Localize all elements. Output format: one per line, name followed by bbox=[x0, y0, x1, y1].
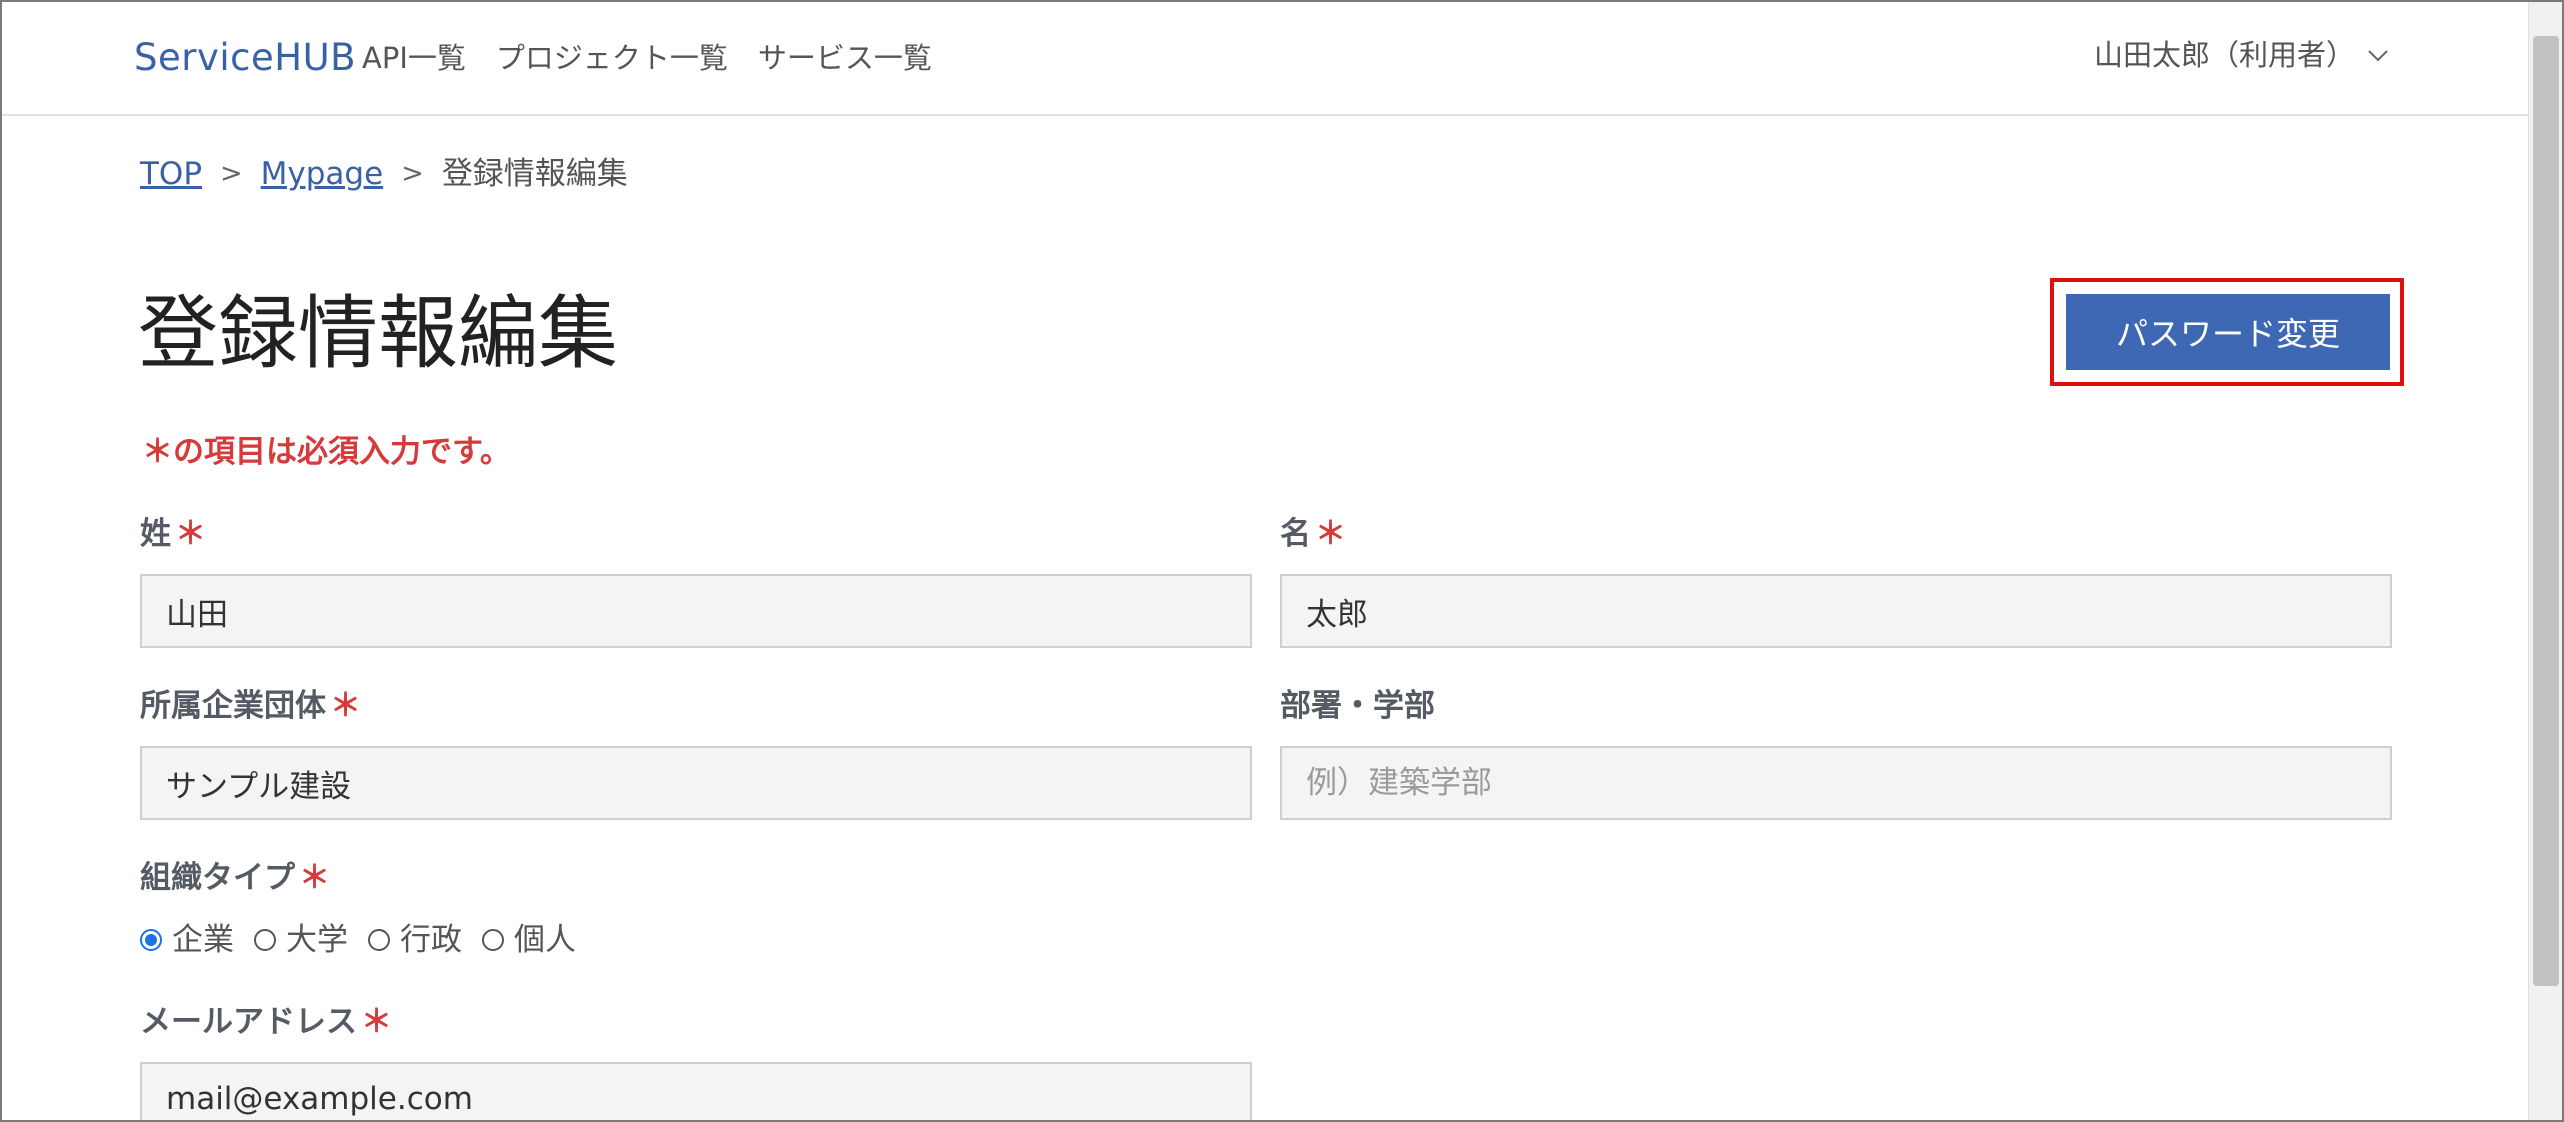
radio-button[interactable] bbox=[254, 929, 276, 951]
first-name-label-text: 名 bbox=[1280, 516, 1311, 552]
first-name-label: 名＊ bbox=[1280, 514, 1346, 554]
required-star: ＊ bbox=[1315, 516, 1346, 552]
nav-item-project-list[interactable]: プロジェクト一覧 bbox=[496, 40, 728, 76]
nav-item-api-list[interactable]: API一覧 bbox=[362, 40, 466, 76]
user-menu[interactable]: 山田太郎（利用者） bbox=[2094, 37, 2391, 73]
breadcrumb-top-link[interactable]: TOP bbox=[140, 154, 202, 194]
breadcrumb-current: 登録情報編集 bbox=[441, 156, 628, 192]
org-type-option-company[interactable]: 企業 bbox=[140, 920, 234, 960]
scrollbar[interactable] bbox=[2528, 2, 2562, 1120]
password-change-button[interactable]: パスワード変更 bbox=[2066, 294, 2390, 370]
org-type-label-text: 組織タイプ bbox=[140, 860, 295, 896]
department-label: 部署・学部 bbox=[1280, 686, 1435, 726]
radio-button-checked[interactable] bbox=[140, 929, 162, 951]
page-title: 登録情報編集 bbox=[138, 287, 618, 380]
company-label-text: 所属企業団体 bbox=[140, 688, 326, 724]
main-nav: API一覧 プロジェクト一覧 サービス一覧 bbox=[362, 40, 932, 76]
radio-label: 個人 bbox=[514, 922, 576, 958]
breadcrumb-separator: > bbox=[220, 158, 243, 189]
org-type-radio-group: 企業 大学 行政 個人 bbox=[140, 920, 576, 960]
company-input[interactable] bbox=[140, 746, 1252, 820]
radio-label: 大学 bbox=[286, 922, 348, 958]
browser-viewport: ServiceHUB API一覧 プロジェクト一覧 サービス一覧 山田太郎（利用… bbox=[0, 0, 2564, 1122]
department-input[interactable] bbox=[1280, 746, 2392, 820]
department-label-text: 部署・学部 bbox=[1280, 688, 1435, 724]
last-name-label-text: 姓 bbox=[140, 516, 171, 552]
email-input[interactable] bbox=[140, 1062, 1252, 1120]
company-label: 所属企業団体＊ bbox=[140, 686, 361, 726]
first-name-input[interactable] bbox=[1280, 574, 2392, 648]
brand-logo[interactable]: ServiceHUB bbox=[134, 36, 356, 80]
required-note: ＊の項目は必須入力です。 bbox=[142, 434, 511, 470]
radio-label: 企業 bbox=[172, 922, 234, 958]
org-type-option-individual[interactable]: 個人 bbox=[482, 920, 576, 960]
required-star: ＊ bbox=[299, 860, 330, 896]
breadcrumb: TOP > Mypage > 登録情報編集 bbox=[140, 154, 628, 194]
last-name-input[interactable] bbox=[140, 574, 1252, 648]
email-label: メールアドレス＊ bbox=[140, 1002, 392, 1042]
radio-button[interactable] bbox=[368, 929, 390, 951]
site-header: ServiceHUB API一覧 プロジェクト一覧 サービス一覧 山田太郎（利用… bbox=[2, 2, 2528, 116]
org-type-option-university[interactable]: 大学 bbox=[254, 920, 348, 960]
radio-button[interactable] bbox=[482, 929, 504, 951]
last-name-label: 姓＊ bbox=[140, 514, 206, 554]
nav-item-service-list[interactable]: サービス一覧 bbox=[758, 40, 932, 76]
breadcrumb-mypage-link[interactable]: Mypage bbox=[261, 154, 384, 194]
radio-label: 行政 bbox=[400, 922, 462, 958]
scrollbar-thumb[interactable] bbox=[2533, 36, 2559, 986]
org-type-option-government[interactable]: 行政 bbox=[368, 920, 462, 960]
user-name: 山田太郎（利用者） bbox=[2094, 38, 2356, 72]
email-label-text: メールアドレス bbox=[140, 1004, 357, 1040]
chevron-down-icon bbox=[2368, 50, 2388, 62]
org-type-label: 組織タイプ＊ bbox=[140, 858, 330, 898]
breadcrumb-separator: > bbox=[401, 158, 424, 189]
required-star: ＊ bbox=[330, 688, 361, 724]
required-star: ＊ bbox=[175, 516, 206, 552]
required-star: ＊ bbox=[361, 1004, 392, 1040]
